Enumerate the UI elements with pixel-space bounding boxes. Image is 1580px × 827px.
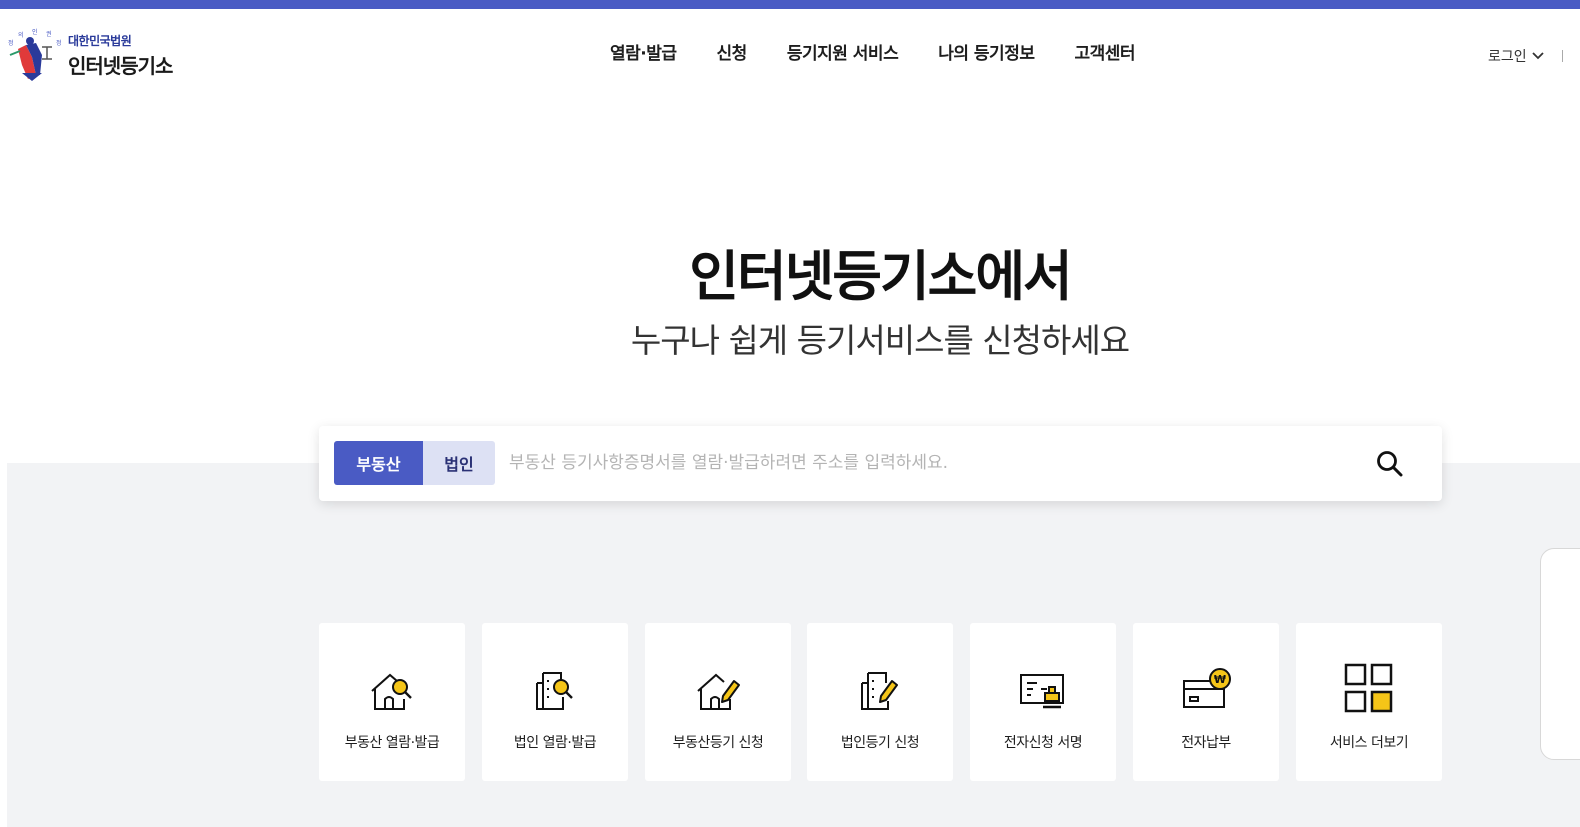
- quick-menu-panel[interactable]: [1540, 548, 1580, 760]
- service-label: 전자신청 서명: [1003, 735, 1083, 751]
- top-accent-bar: [0, 0, 1580, 9]
- tab-real-estate[interactable]: 부동산: [334, 441, 423, 485]
- svg-text:의: 의: [18, 31, 24, 39]
- nav-item-my-info[interactable]: 나의 등기정보: [938, 39, 1035, 64]
- court-emblem-icon: 정의인권정: [6, 27, 64, 83]
- logo-subtitle: 대한민국법원: [68, 33, 132, 48]
- service-card-real-estate-apply[interactable]: 부동산등기 신청: [645, 623, 791, 781]
- nav-item-apply[interactable]: 신청: [717, 39, 748, 64]
- service-card-corporation-apply[interactable]: 법인등기 신청: [807, 623, 953, 781]
- service-label: 전자납부: [1181, 735, 1231, 751]
- grid-more-icon: [1344, 663, 1393, 713]
- service-card-e-payment[interactable]: ₩ 전자납부: [1133, 623, 1279, 781]
- service-card-corporation-view[interactable]: 법인 열람·발급: [482, 623, 628, 781]
- service-label: 부동산 열람·발급: [344, 735, 440, 751]
- hero-subtitle: 누구나 쉽게 등기서비스를 신청하세요: [630, 321, 1130, 360]
- chevron-down-icon: [1532, 52, 1544, 60]
- building-pen-icon: [861, 672, 898, 710]
- building-search-icon: [536, 672, 573, 710]
- svg-text:인: 인: [32, 29, 38, 36]
- login-label: 로그인: [1488, 49, 1527, 65]
- tab-corporation[interactable]: 법인: [423, 441, 495, 485]
- service-label: 서비스 더보기: [1329, 735, 1409, 751]
- search-panel: 부동산 법인: [319, 426, 1442, 501]
- document-stamp-icon: [1020, 674, 1064, 709]
- house-pen-icon: [697, 673, 740, 710]
- site-logo[interactable]: 정의인권정 대한민국법원 인터넷등기소: [6, 27, 196, 83]
- svg-text:권: 권: [46, 30, 52, 38]
- house-search-icon: [371, 673, 412, 710]
- address-search-input[interactable]: [509, 441, 1349, 485]
- search-icon: [1377, 451, 1403, 477]
- header-divider: [1562, 50, 1563, 62]
- svg-text:정: 정: [56, 40, 62, 47]
- service-card-real-estate-view[interactable]: 부동산 열람·발급: [319, 623, 465, 781]
- svg-text:₩: ₩: [1214, 673, 1226, 686]
- nav-item-view-issue[interactable]: 열람·발급: [610, 39, 677, 64]
- service-card-more[interactable]: 서비스 더보기: [1296, 623, 1442, 781]
- main-nav: 열람·발급 신청 등기지원 서비스 나의 등기정보 고객센터: [590, 39, 1155, 64]
- logo-title: 인터넷등기소: [68, 53, 173, 78]
- login-button[interactable]: 로그인: [1488, 46, 1545, 66]
- service-label: 법인등기 신청: [840, 735, 920, 751]
- nav-item-customer-center[interactable]: 고객센터: [1074, 39, 1135, 64]
- search-button[interactable]: [1374, 448, 1406, 480]
- site-header: 정의인권정 대한민국법원 인터넷등기소 열람·발급 신청 등기지원 서비스 나의…: [0, 9, 1580, 99]
- service-label: 부동산등기 신청: [672, 735, 764, 751]
- hero-title: 인터넷등기소에서: [689, 245, 1072, 308]
- service-label: 법인 열람·발급: [513, 735, 597, 751]
- svg-text:정: 정: [8, 40, 14, 47]
- service-card-e-signature[interactable]: 전자신청 서명: [970, 623, 1116, 781]
- nav-item-support-services[interactable]: 등기지원 서비스: [787, 39, 899, 64]
- card-won-icon: ₩: [1183, 668, 1231, 708]
